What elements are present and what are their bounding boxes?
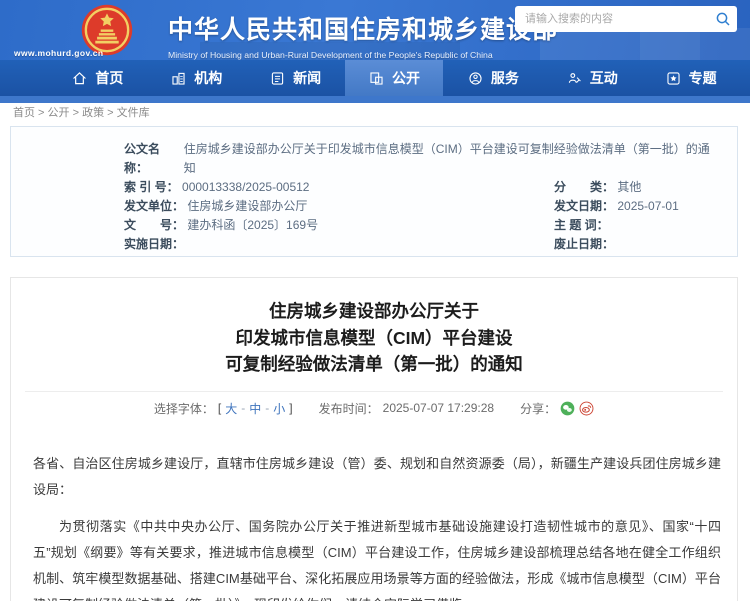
meta-label: 发文日期：: [554, 199, 615, 213]
title-line: 印发城市信息模型（CIM）平台建设: [235, 327, 513, 348]
meta-row-name: 公文名称： 住房城乡建设部办公厅关于印发城市信息模型（CIM）平台建设可复制经验…: [124, 140, 719, 178]
meta-value: 000013338/2025-00512: [182, 180, 310, 194]
nav-label: 新闻: [293, 70, 322, 86]
nav-label: 互动: [589, 70, 618, 86]
topics-icon: [667, 71, 680, 85]
meta-label: 主 题 词：: [554, 218, 609, 232]
search-button[interactable]: [709, 6, 737, 32]
nav-label: 首页: [95, 70, 124, 86]
main-nav: 首页 机构 新闻 公开 服务 互动 专题: [0, 60, 750, 96]
document-meta-card: 公文名称： 住房城乡建设部办公厅关于印发城市信息模型（CIM）平台建设可复制经验…: [10, 126, 738, 257]
nav-label: 服务: [490, 70, 519, 86]
breadcrumb[interactable]: 首页 > 公开 > 政策 > 文件库: [13, 104, 150, 120]
ministry-title-en: Ministry of Housing and Urban-Rural Deve…: [168, 50, 493, 60]
weibo-share-icon[interactable]: [579, 401, 594, 416]
article-card: 住房城乡建设部办公厅关于 印发城市信息模型（CIM）平台建设 可复制经验做法清单…: [10, 277, 738, 601]
ministry-title-block: 中华人民共和国住房和城乡建设部 Ministry of Housing and …: [168, 10, 558, 60]
meta-label: 发文单位：: [124, 199, 185, 213]
page: www.mohurd.gov.cn 中华人民共和国住房和城乡建设部 Minist…: [0, 0, 750, 601]
wechat-share-icon[interactable]: [560, 401, 575, 416]
search-icon: [716, 12, 730, 26]
body-paragraph: 为贯彻落实《中共中央办公厅、国务院办公厅关于推进新型城市基础设施建设打造韧性城市…: [33, 518, 721, 601]
site-url: www.mohurd.gov.cn: [14, 48, 104, 58]
nav-item-disclosure[interactable]: 公开: [344, 60, 444, 96]
article-toolbar: 选择字体： [ 大 - 中 - 小 ] 发布时间： 2025-07-07 17:…: [11, 400, 737, 417]
disclosure-icon: [370, 71, 383, 85]
meta-value: 其他: [617, 180, 642, 194]
meta-row: 索 引 号： 000013338/2025-00512 分 类： 其他: [124, 178, 719, 197]
meta-label: 废止日期：: [554, 237, 615, 251]
site-header: www.mohurd.gov.cn 中华人民共和国住房和城乡建设部 Minist…: [0, 0, 750, 60]
font-size-separator: -: [265, 401, 270, 415]
share-label: 分享：: [520, 401, 557, 416]
nav-accent-strip: [0, 96, 750, 103]
document-body: 各省、自治区住房城乡建设厅，直辖市住房城乡建设（管）委、规划和自然资源委（局），…: [11, 417, 737, 601]
meta-value: 建办科函〔2025〕169号: [187, 218, 319, 232]
nav-item-news[interactable]: 新闻: [246, 60, 345, 96]
interaction-icon: [568, 72, 581, 83]
nav-label: 专题: [688, 70, 717, 86]
page-title: 住房城乡建设部办公厅关于 印发城市信息模型（CIM）平台建设 可复制经验做法清单…: [11, 298, 737, 378]
font-size-large-link[interactable]: 大: [225, 400, 237, 417]
organization-icon: [172, 72, 185, 85]
search-input[interactable]: [515, 6, 709, 32]
home-icon: [73, 71, 87, 84]
news-icon: [271, 71, 284, 85]
nav-item-organization[interactable]: 机构: [147, 60, 246, 96]
meta-label: 实施日期：: [124, 237, 185, 251]
publish-time-value: 2025-07-07 17:29:28: [382, 401, 495, 415]
nav-item-home[interactable]: 首页: [48, 60, 147, 96]
meta-row: 文 号： 建办科函〔2025〕169号 主 题 词：: [124, 216, 719, 235]
meta-row: 发文单位： 住房城乡建设部办公厅 发文日期： 2025-07-01: [124, 197, 719, 216]
meta-label: 公文名称：: [124, 142, 161, 175]
meta-value: 住房城乡建设部办公厅: [187, 199, 308, 213]
meta-row: 实施日期： 废止日期：: [124, 235, 719, 254]
font-select-label: 选择字体：: [153, 401, 214, 416]
services-icon: [469, 71, 482, 85]
salutation: 各省、自治区住房城乡建设厅，直辖市住房城乡建设（管）委、规划和自然资源委（局），…: [33, 455, 721, 497]
meta-label: 文 号：: [124, 218, 185, 232]
meta-label: 分 类：: [554, 180, 615, 194]
nav-item-topics[interactable]: 专题: [641, 60, 740, 96]
font-bracket: [: [217, 401, 222, 415]
font-bracket: ]: [289, 401, 293, 415]
meta-value: 住房城乡建设部办公厅关于印发城市信息模型（CIM）平台建设可复制经验做法清单（第…: [183, 142, 710, 175]
meta-value: 2025-07-01: [617, 199, 679, 213]
nav-item-services[interactable]: 服务: [443, 60, 542, 96]
ministry-title-cn: 中华人民共和国住房和城乡建设部: [168, 16, 559, 44]
title-line: 可复制经验做法清单（第一批）的通知: [225, 354, 523, 374]
font-size-small-link[interactable]: 小: [273, 400, 285, 417]
search-box: [515, 6, 737, 32]
publish-time-label: 发布时间：: [318, 401, 379, 416]
nav-label: 公开: [392, 70, 420, 86]
toolbar-divider: [25, 390, 723, 392]
font-size-separator: -: [241, 401, 246, 415]
nav-item-interaction[interactable]: 互动: [542, 60, 641, 96]
nav-label: 机构: [194, 70, 223, 86]
meta-label: 索 引 号：: [124, 180, 179, 194]
title-line: 住房城乡建设部办公厅关于: [269, 301, 479, 321]
font-size-medium-link[interactable]: 中: [249, 400, 261, 417]
